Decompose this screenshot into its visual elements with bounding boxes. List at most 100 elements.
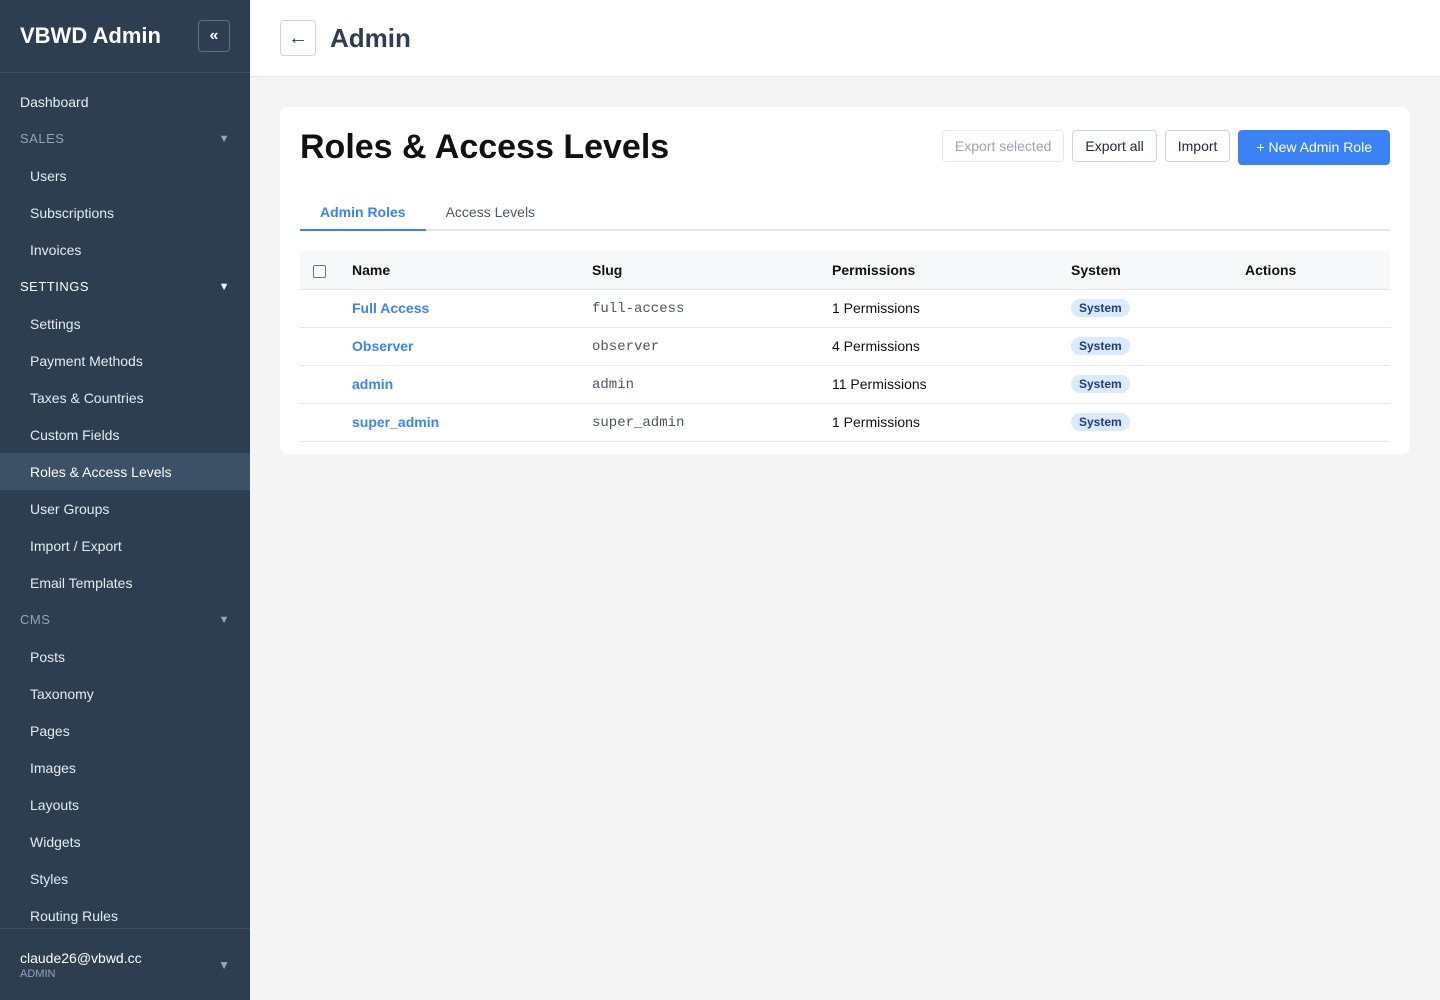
sidebar-item-styles[interactable]: Styles bbox=[0, 860, 250, 897]
sidebar-item-email-templates[interactable]: Email Templates bbox=[0, 564, 250, 601]
double-chevron-left-icon: « bbox=[209, 27, 219, 44]
role-name-link[interactable]: Observer bbox=[352, 338, 413, 354]
role-slug-cell: admin bbox=[592, 365, 832, 403]
role-slug: admin bbox=[592, 377, 635, 393]
row-select-cell bbox=[300, 327, 352, 365]
role-slug: full-access bbox=[592, 301, 685, 317]
sidebar-item-pages[interactable]: Pages bbox=[0, 712, 250, 749]
sidebar-item-images[interactable]: Images bbox=[0, 749, 250, 786]
new-admin-role-button[interactable]: + New Admin Role bbox=[1238, 129, 1390, 165]
system-badge: System bbox=[1071, 413, 1130, 431]
arrow-left-icon: ← bbox=[288, 26, 308, 49]
brand-title: VBWD Admin bbox=[20, 23, 161, 48]
role-name-cell: Observer bbox=[352, 327, 592, 365]
sidebar-item-invoices[interactable]: Invoices bbox=[0, 231, 250, 268]
table-row: Full Access full-access 1 Permissions Syste… bbox=[300, 289, 1390, 327]
user-role: ADMIN bbox=[20, 967, 56, 980]
collapse-sidebar-button[interactable]: « bbox=[198, 20, 230, 52]
role-slug-cell: full-access bbox=[592, 289, 832, 327]
role-slug: super_admin bbox=[592, 415, 685, 431]
role-system-cell: System bbox=[1071, 289, 1245, 327]
role-actions-cell bbox=[1245, 327, 1390, 365]
sidebar-item-roles-access-levels[interactable]: Roles & Access Levels bbox=[0, 453, 250, 490]
toolbar: Export selected Export all Import + New … bbox=[941, 129, 1390, 165]
sidebar-item-widgets[interactable]: Widgets bbox=[0, 823, 250, 860]
tabs: Admin Roles Access Levels bbox=[300, 194, 1390, 231]
row-select-cell bbox=[300, 403, 352, 441]
tab-access-levels[interactable]: Access Levels bbox=[426, 194, 555, 231]
sidebar-item-dashboard[interactable]: Dashboard bbox=[0, 83, 250, 120]
role-permissions: 4 Permissions bbox=[832, 338, 920, 354]
select-all-cell bbox=[300, 251, 352, 289]
sidebar-item-payment-methods[interactable]: Payment Methods bbox=[0, 342, 250, 379]
sidebar-item-routing-rules[interactable]: Routing Rules bbox=[0, 897, 250, 928]
sidebar-section-label: SETTINGS bbox=[20, 279, 90, 294]
system-badge: System bbox=[1071, 299, 1130, 317]
table-row: admin admin 11 Permissions System bbox=[300, 365, 1390, 403]
role-name-link[interactable]: Full Access bbox=[352, 300, 429, 316]
chevron-down-icon: ▼ bbox=[218, 613, 230, 626]
user-info: claude26@vbwd.cc ADMIN bbox=[20, 950, 142, 980]
role-name-cell: super_admin bbox=[352, 403, 592, 441]
role-actions-cell bbox=[1245, 365, 1390, 403]
sidebar-item-custom-fields[interactable]: Custom Fields bbox=[0, 416, 250, 453]
table-header-row: Name Slug Permissions System Actions bbox=[300, 251, 1390, 289]
role-system-cell: System bbox=[1071, 327, 1245, 365]
sidebar-item-taxes-countries[interactable]: Taxes & Countries bbox=[0, 379, 250, 416]
sidebar-item-settings[interactable]: Settings bbox=[0, 305, 250, 342]
column-header-actions: Actions bbox=[1245, 261, 1297, 278]
user-email: claude26@vbwd.cc bbox=[20, 949, 142, 966]
sidebar-item-posts[interactable]: Posts bbox=[0, 638, 250, 675]
sidebar-item-users[interactable]: Users bbox=[0, 157, 250, 194]
chevron-down-icon: ▼ bbox=[218, 280, 230, 293]
back-button[interactable]: ← bbox=[280, 20, 316, 56]
sidebar-header: VBWD Admin « bbox=[0, 0, 250, 73]
role-permissions: 1 Permissions bbox=[832, 414, 920, 430]
table-row: Observer observer 4 Permissions System bbox=[300, 327, 1390, 365]
sidebar-item-subscriptions[interactable]: Subscriptions bbox=[0, 194, 250, 231]
column-header-system[interactable]: System bbox=[1071, 251, 1245, 289]
user-menu[interactable]: claude26@vbwd.cc ADMIN ▼ bbox=[0, 928, 250, 1000]
sidebar-section-label: SALES bbox=[20, 131, 65, 146]
role-system-cell: System bbox=[1071, 403, 1245, 441]
page-title: Admin bbox=[330, 22, 411, 53]
sidebar-section-settings[interactable]: SETTINGS ▼ bbox=[0, 268, 250, 305]
role-slug: observer bbox=[592, 339, 660, 355]
sidebar-item-layouts[interactable]: Layouts bbox=[0, 786, 250, 823]
column-header-permissions[interactable]: Permissions bbox=[832, 251, 1071, 289]
sidebar-section-cms[interactable]: CMS ▼ bbox=[0, 601, 250, 638]
role-name-cell: Full Access bbox=[352, 289, 592, 327]
role-permissions: 1 Permissions bbox=[832, 300, 920, 316]
column-header-name[interactable]: Name bbox=[352, 251, 592, 289]
role-system-cell: System bbox=[1071, 365, 1245, 403]
role-name-link[interactable]: super_admin bbox=[352, 414, 439, 430]
role-name-link[interactable]: admin bbox=[352, 376, 393, 392]
row-select-cell bbox=[300, 289, 352, 327]
system-badge: System bbox=[1071, 337, 1130, 355]
role-name-cell: admin bbox=[352, 365, 592, 403]
topbar: ← Admin bbox=[250, 0, 1440, 77]
sidebar: VBWD Admin « Dashboard SALES ▼ Users Subscr… bbox=[0, 0, 250, 1000]
row-select-cell bbox=[300, 365, 352, 403]
export-all-button[interactable]: Export all bbox=[1072, 129, 1157, 162]
tab-admin-roles[interactable]: Admin Roles bbox=[300, 194, 426, 231]
chevron-down-icon[interactable]: ▼ bbox=[218, 958, 230, 972]
select-all-checkbox[interactable] bbox=[313, 264, 326, 278]
sidebar-section-label: CMS bbox=[20, 612, 51, 627]
section-title: Roles & Access Levels bbox=[300, 127, 670, 166]
role-actions-cell bbox=[1245, 289, 1390, 327]
export-selected-button[interactable]: Export selected bbox=[941, 129, 1065, 162]
sidebar-item-import-export[interactable]: Import / Export bbox=[0, 527, 250, 564]
system-badge: System bbox=[1071, 375, 1130, 393]
roles-table: Name Slug Permissions System Actions Ful… bbox=[300, 251, 1390, 442]
role-actions-cell bbox=[1245, 403, 1390, 441]
roles-card: Roles & Access Levels Export selected Ex… bbox=[280, 107, 1410, 454]
card-header: Roles & Access Levels Export selected Ex… bbox=[300, 127, 1390, 167]
import-button[interactable]: Import bbox=[1164, 129, 1231, 162]
sidebar-item-user-groups[interactable]: User Groups bbox=[0, 490, 250, 527]
column-header-slug[interactable]: Slug bbox=[592, 251, 832, 289]
role-permissions: 11 Permissions bbox=[832, 376, 927, 392]
sidebar-item-taxonomy[interactable]: Taxonomy bbox=[0, 675, 250, 712]
sidebar-section-sales[interactable]: SALES ▼ bbox=[0, 120, 250, 157]
role-slug-cell: super_admin bbox=[592, 403, 832, 441]
